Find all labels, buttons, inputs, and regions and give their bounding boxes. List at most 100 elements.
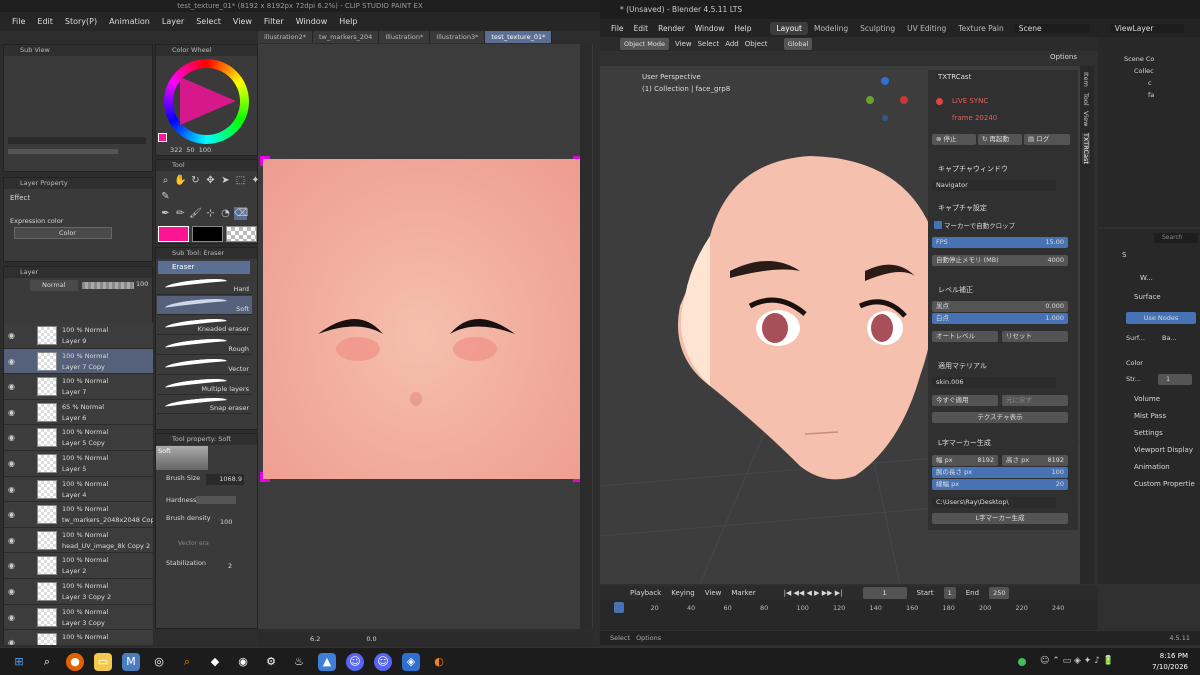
eyedropper-tool-icon[interactable]: ✎ [159,190,172,203]
current-frame-field[interactable]: 1 [862,587,907,599]
blend-mode-select[interactable]: Normal [30,280,78,291]
section-settings[interactable]: Settings [1134,429,1163,437]
visibility-eye-icon[interactable]: ◉ [8,587,18,596]
section-surface[interactable]: Surface [1134,293,1161,301]
doc-tab-test-texture[interactable]: test_texture_01* [485,31,553,43]
doc-tab-tw-markers[interactable]: tw_markers_204 [312,31,380,43]
marker-width-field[interactable]: 幅 px 8192 [932,455,998,466]
black-point-field[interactable]: 黒点 0.000 [932,301,1068,312]
windows-start-icon[interactable]: ⊞ [10,653,28,671]
clip-studio-icon[interactable]: ◎ [150,653,168,671]
visibility-eye-icon[interactable]: ◉ [8,433,18,442]
outliner-item-c[interactable]: c [1148,79,1152,87]
layer-row[interactable]: ◉ 100 % Normal Layer 7 Copy [4,348,153,375]
clock-time[interactable]: 8:16 PM [1148,652,1188,660]
visibility-eye-icon[interactable]: ◉ [8,357,18,366]
csp-menu-story[interactable]: Story(P) [59,17,103,26]
csp-menu-filter[interactable]: Filter [258,17,290,26]
csp-menu-window[interactable]: Window [290,17,334,26]
opacity-slider[interactable] [82,282,134,289]
doc-tab-illustration[interactable]: Illustration* [379,31,431,43]
start-field[interactable]: 1 [943,587,956,599]
marker-header[interactable]: L字マーカー生成 [928,436,1078,450]
csp-menu-animation[interactable]: Animation [103,17,156,26]
object-mode-select[interactable]: Object Mode [620,38,669,50]
playback-menu[interactable]: Playback [630,589,661,597]
section-animation[interactable]: Animation [1134,463,1170,471]
blender-icon[interactable]: ◐ [430,653,448,671]
file-explorer-icon[interactable]: ▭ [94,653,112,671]
workspace-texture-paint[interactable]: Texture Pain [952,22,1009,35]
bl-menu-window[interactable]: Window [690,24,730,33]
texture-canvas[interactable] [260,156,583,482]
layer-row[interactable]: ◉ 100 % Normal Layer 3 Copy 2 [4,579,153,605]
use-nodes-button[interactable]: Use Nodes [1126,312,1196,324]
bl-menu-help[interactable]: Help [729,24,756,33]
viewport-add-menu[interactable]: Add [725,40,739,48]
hardness-slider[interactable] [196,496,236,504]
discord-icon[interactable]: ☺ [346,653,364,671]
section-mist-pass[interactable]: Mist Pass [1134,412,1166,420]
side-tab-tool[interactable]: Tool [1082,93,1090,106]
sub-tool-group-eraser[interactable]: Eraser [158,261,250,274]
opacity-value[interactable]: 100 [136,280,148,288]
app-m-icon[interactable]: M [122,653,140,671]
app-shield-icon[interactable]: ◈ [402,653,420,671]
move-tool-icon[interactable]: ✥ [204,174,217,187]
layer-row[interactable]: ◉ 100 % Normal Layer 3 Copy [4,604,153,631]
scene-selector[interactable]: Scene [1013,23,1090,33]
transparent-color-swatch[interactable] [226,226,257,242]
angle-value[interactable]: 0.0 [366,635,376,643]
csp-menu-file[interactable]: File [6,17,31,26]
visibility-eye-icon[interactable]: ◉ [8,331,18,340]
eraser-tool-icon[interactable]: ⌫ [234,207,248,220]
white-point-field[interactable]: 白点 1.000 [932,313,1068,324]
level-header[interactable]: レベル補正 [928,283,1078,297]
stabilization-field[interactable]: 2 [228,562,232,570]
section-viewport-display[interactable]: Viewport Display [1134,446,1193,454]
visibility-eye-icon[interactable]: ◉ [8,613,18,622]
outliner-item-fa[interactable]: fa [1148,91,1154,99]
brush-hard[interactable]: Hard [157,276,252,295]
search-icon[interactable]: ⌕ [38,653,56,671]
airbrush-tool-icon[interactable]: ⊹ [204,207,217,220]
restart-button[interactable]: ↻ 再起動 [978,134,1022,145]
csp-menu-help[interactable]: Help [333,17,363,26]
saturation-triangle[interactable] [180,77,236,125]
select-tool-icon[interactable]: ⬚ [234,174,247,187]
main-color-swatch[interactable] [158,226,189,242]
csp-menu-select[interactable]: Select [190,17,227,26]
visibility-eye-icon[interactable]: ◉ [8,510,18,519]
pen-tool-icon[interactable]: ✒ [159,207,172,220]
fox-app-icon[interactable]: ◆ [206,653,224,671]
obs-icon[interactable]: ◉ [234,653,252,671]
marker-arm-field[interactable]: 腕の長さ px 100 [932,467,1068,478]
expression-color-select[interactable]: Color [14,227,112,239]
doc-tab-illustration3[interactable]: Illustration3* [430,31,486,43]
apply-now-button[interactable]: 今すぐ適用 [932,395,998,406]
layer-row[interactable]: ◉ 65 % Normal Layer 6 [4,399,153,426]
zoom-value[interactable]: 6.2 [310,635,320,643]
viewport-view-menu[interactable]: View [675,40,692,48]
visibility-eye-icon[interactable]: ◉ [8,536,18,545]
discord-2-icon[interactable]: ☺ [374,653,392,671]
capture-window-select[interactable]: Navigator [932,180,1056,191]
viewport-select-menu[interactable]: Select [698,40,720,48]
marker-height-field[interactable]: 高さ px 8192 [1002,455,1068,466]
bl-menu-edit[interactable]: Edit [629,24,654,33]
visibility-eye-icon[interactable]: ◉ [8,382,18,391]
rotate-tool-icon[interactable]: ↻ [189,174,202,187]
timeline-area[interactable]: 120406080100120140160180200220240 [600,600,1098,630]
section-custom-properties[interactable]: Custom Propertie [1134,480,1195,488]
auto-stop-memory-field[interactable]: 自動停止メモリ (MB) 4000 [932,255,1068,266]
workspace-modeling[interactable]: Modeling [808,22,854,35]
layer-row[interactable]: ◉ 100 % Normal Layer 5 Copy [4,425,153,451]
reset-button[interactable]: リセット [1002,331,1068,342]
capture-settings-header[interactable]: キャプチャ設定 [928,201,1078,215]
capture-window-header[interactable]: キャプチャウィンドウ [928,162,1078,176]
settings-gear-icon[interactable]: ⚙ [262,653,280,671]
side-tab-view[interactable]: View [1082,111,1090,126]
side-tab-txtrcast[interactable]: TXTRCast [1082,132,1090,164]
photos-icon[interactable]: ▲ [318,653,336,671]
visibility-eye-icon[interactable]: ◉ [8,485,18,494]
